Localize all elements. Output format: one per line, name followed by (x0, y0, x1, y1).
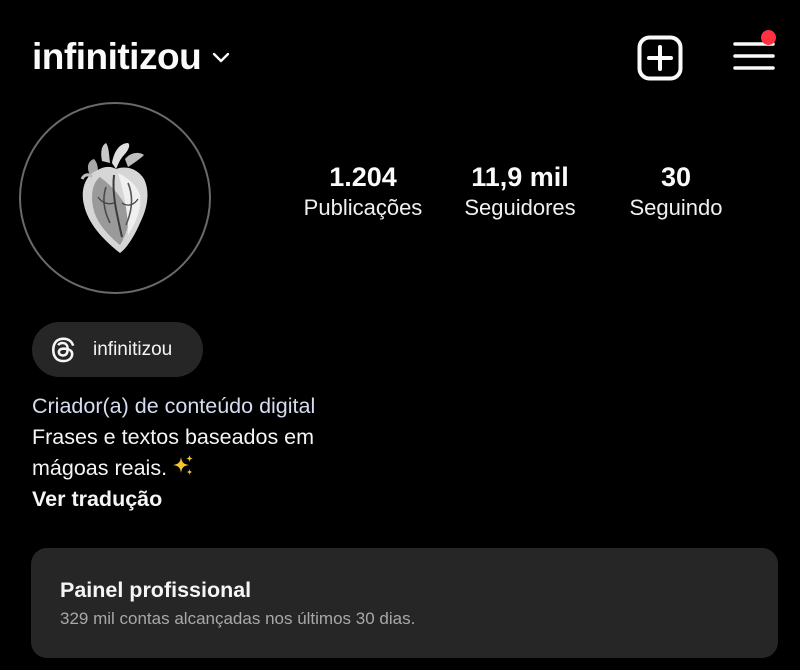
professional-dashboard-card[interactable]: Painel profissional 329 mil contas alcan… (31, 548, 778, 658)
bio-line: mágoas reais. (32, 453, 552, 484)
followers-count[interactable]: 11,9 mil Seguidores (452, 160, 588, 222)
bio-category: Criador(a) de conteúdo digital (32, 394, 316, 418)
followers-value: 11,9 mil (471, 162, 569, 192)
following-count[interactable]: 30 Seguindo (612, 160, 740, 222)
dashboard-subtitle: 329 mil contas alcançadas nos últimos 30… (60, 609, 416, 628)
notification-dot (761, 30, 776, 45)
create-post-button[interactable] (637, 35, 683, 81)
following-value: 30 (660, 162, 692, 192)
see-translation-link[interactable]: Ver tradução (32, 484, 552, 515)
followers-label: Seguidores (464, 195, 576, 220)
threads-badge-button[interactable]: infinitizou (32, 322, 203, 377)
threads-icon (50, 336, 76, 364)
avatar[interactable] (30, 113, 200, 283)
bio-line-text: mágoas reais. (32, 456, 168, 480)
threads-handle: infinitizou (93, 338, 173, 360)
posts-value: 1.204 (329, 162, 397, 192)
profile-header: infinitizou (0, 0, 800, 115)
plus-square-icon (637, 35, 683, 81)
username: infinitizou (32, 36, 202, 77)
dashboard-title: Painel profissional (60, 578, 252, 602)
posts-count[interactable]: 1.204 Publicações (292, 160, 434, 222)
bio-line: Frases e textos baseados em (32, 425, 315, 449)
account-switcher[interactable]: infinitizou (32, 34, 232, 80)
profile-bio: Criador(a) de conteúdo digital Frases e … (32, 391, 552, 515)
following-label: Seguindo (629, 195, 723, 220)
posts-label: Publicações (303, 195, 423, 220)
sparkles-icon (171, 454, 195, 478)
chevron-down-icon (210, 46, 232, 68)
anatomical-heart-icon (80, 143, 148, 253)
